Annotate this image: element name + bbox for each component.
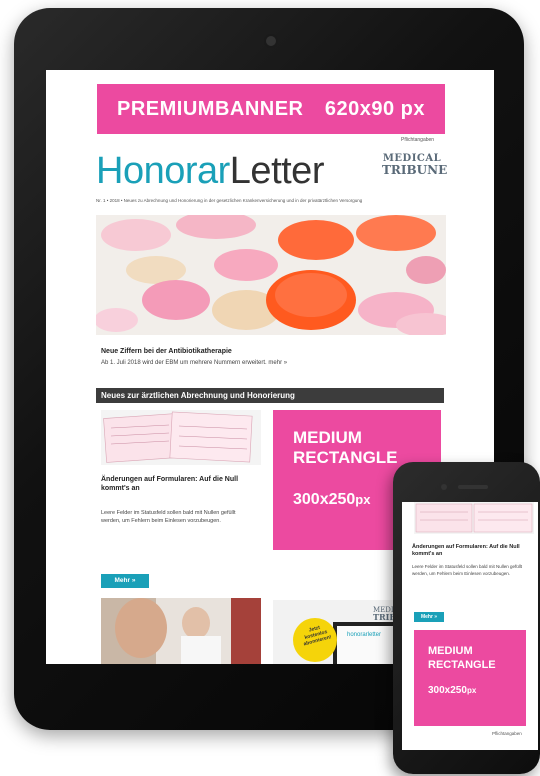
hero-image-pills[interactable] [96,215,446,335]
forms-image[interactable] [101,410,261,465]
phone-ad-size-num: 300x250 [428,684,467,696]
banner-size: 620x90 px [324,97,425,120]
article1-teaser[interactable]: Ab 1. Juli 2018 wird der EBM um mehrere … [101,360,287,366]
tablet-camera [264,34,278,48]
phone-ad-line1: MEDIUM [428,645,473,657]
phone-ad-line2: RECTANGLE [428,659,496,672]
ad-line1: MEDIUM [293,428,362,447]
phone-ad-size-unit: px [466,685,477,695]
phone-speaker [458,485,488,489]
phone-medium-rectangle-ad[interactable]: MEDIUM RECTANGLE 300x250px [414,630,526,726]
article1-title[interactable]: Neue Ziffern bei der Antibiotikatherapie [101,348,232,355]
phone-camera [441,484,447,490]
doctor-patient-photo [101,598,261,664]
more-button[interactable]: Mehr » [101,574,149,588]
phone-article-title[interactable]: Änderungen auf Formularen: Auf die Null … [412,544,534,559]
logo-part1: Honorar [96,150,230,192]
phone-required-note: Pflichtangaben [492,731,522,736]
publisher-line2: TRIBUNE [382,163,448,177]
phone-screen: Änderungen auf Formularen: Auf die Null … [402,502,538,750]
phone-forms-image[interactable] [414,502,534,534]
ad-size-unit: px [355,491,371,507]
article2-teaser: Leere Felder im Statusfeld sollen bald m… [101,510,236,524]
article-photo[interactable] [101,598,261,664]
phone-article-teaser: Leere Felder im Statusfeld sollen bald m… [412,564,523,576]
promo-mini-logo: honorarletter [347,632,382,638]
pills-illustration [96,215,446,335]
banner-label: PREMIUMBANNER [117,97,304,120]
section-title-bar: Neues zur ärztlichen Abrechnung und Hono… [96,388,444,403]
phone-forms-illustration [414,502,534,534]
medical-tribune-logo: MEDICAL TRIBUNE [382,154,448,177]
honorarletter-logo: HonorarLetter [96,152,324,190]
logo-part2: Letter [229,150,325,192]
phone-more-button[interactable]: Mehr » [414,612,444,622]
required-note: Pflichtangaben [401,137,435,143]
premium-banner-ad[interactable]: PREMIUMBANNER 620x90 px [97,84,445,134]
ad-size-num: 300x250 [293,490,356,508]
article2-title[interactable]: Änderungen auf Formularen: Auf die Null … [101,475,251,494]
issue-subline: Nr. 1 • 2018 • Neues zu Abrechnung und H… [96,198,363,203]
forms-illustration [101,410,261,465]
